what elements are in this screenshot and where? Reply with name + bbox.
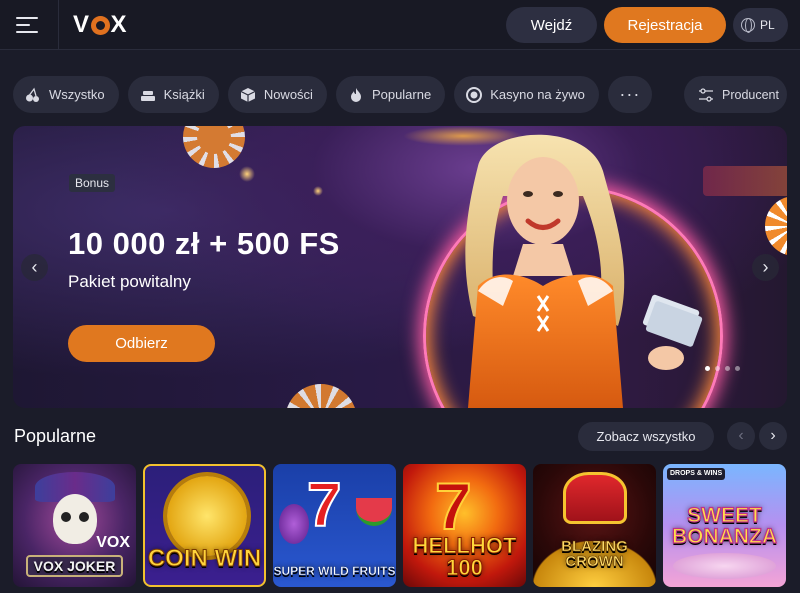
lamp-light — [313, 186, 323, 196]
category-books[interactable]: Książki — [127, 76, 219, 113]
banner-prev-button[interactable]: ‹ — [21, 254, 48, 281]
lucky-seven-art: 7 — [306, 470, 343, 541]
cherry-icon — [26, 87, 39, 102]
game-title: SUPER WILD FRUITS — [273, 564, 396, 578]
slide-dot[interactable] — [725, 366, 730, 371]
logo-letter-v: V — [73, 11, 90, 38]
candy-land-art — [673, 553, 776, 579]
slide-dot[interactable] — [735, 366, 740, 371]
login-button[interactable]: Wejdź — [506, 7, 597, 43]
banner-title: 10 000 zł + 500 FS — [68, 226, 340, 261]
banner-next-button[interactable]: › — [752, 254, 779, 281]
more-categories-button[interactable]: ··· — [607, 76, 652, 113]
producer-label: Producent — [722, 87, 779, 102]
slide-dot[interactable] — [705, 366, 710, 371]
vox-logo[interactable]: VX — [73, 11, 127, 39]
casino-chip-image — [765, 196, 787, 256]
category-new[interactable]: Nowości — [227, 76, 327, 113]
category-label: Kasyno na żywo — [490, 87, 585, 102]
watermelon-art — [356, 498, 392, 526]
joker-mask-art — [53, 494, 97, 544]
logo-chip-icon — [90, 15, 110, 35]
flame-icon — [350, 87, 361, 102]
producer-filter-button[interactable]: Producent — [684, 76, 787, 113]
promo-banner[interactable]: Bonus 10 000 zł + 500 FS Pakiet powitaln… — [13, 126, 787, 408]
gold-coin-art — [167, 476, 247, 556]
lamp-light — [239, 166, 255, 182]
game-tile-super-wild-fruits[interactable]: 7 SUPER WILD FRUITS — [273, 464, 396, 587]
game-tile-hellhot-100[interactable]: 7 HELLHOT 100 — [403, 464, 526, 587]
category-label: Książki — [163, 87, 205, 102]
chevron-left-icon: ‹ — [738, 427, 744, 444]
hostess-illustration — [465, 134, 703, 408]
category-label: Wszystko — [49, 87, 105, 102]
game-tile-sweet-bonanza[interactable]: DROPS & WINS SWEET BONANZA — [663, 464, 786, 587]
chip-icon — [466, 86, 483, 103]
menu-icon[interactable] — [16, 15, 44, 35]
game-title: COIN WIN — [147, 545, 262, 572]
game-title: BLAZING CROWN — [561, 538, 628, 570]
globe-icon — [741, 18, 755, 33]
header-divider — [58, 0, 59, 50]
neon-sign — [703, 166, 787, 196]
game-tile-coin-win[interactable]: COIN WIN — [143, 464, 266, 587]
chevron-right-icon: › — [762, 257, 769, 277]
game-title: SWEET BONANZA — [671, 504, 777, 548]
logo-letter-x: X — [110, 11, 128, 38]
category-all[interactable]: Wszystko — [13, 76, 119, 113]
bonus-badge: Bonus — [69, 174, 116, 192]
see-all-button[interactable]: Zobacz wszystko — [578, 422, 714, 451]
category-live-casino[interactable]: Kasyno na żywo — [454, 76, 599, 113]
more-icon: ··· — [619, 84, 641, 104]
category-label: Popularne — [371, 87, 432, 102]
grape-art — [279, 504, 309, 544]
game-tile-vox-joker[interactable]: VOX VOX JOKER — [13, 464, 136, 587]
casino-chip-image — [285, 384, 357, 408]
game-title: VOX JOKER — [25, 555, 124, 577]
popular-next-button[interactable]: › — [759, 422, 787, 450]
chevron-left-icon: ‹ — [31, 257, 38, 277]
slide-indicators — [705, 366, 740, 371]
language-selector[interactable]: PL — [733, 8, 788, 42]
game-tile-blazing-crown[interactable]: BLAZING CROWN — [533, 464, 656, 587]
cube-icon — [240, 87, 256, 102]
register-button[interactable]: Rejestracja — [604, 7, 726, 43]
category-bar: Wszystko Książki Nowości Popularne Kasyn… — [13, 76, 652, 113]
section-title-popular: Popularne — [14, 426, 97, 446]
popular-prev-button[interactable]: ‹ — [727, 422, 755, 450]
vox-mark: VOX — [96, 534, 130, 551]
game-title: HELLHOT 100 — [412, 533, 517, 580]
slide-dot[interactable] — [715, 366, 720, 371]
drops-wins-badge: DROPS & WINS — [667, 468, 726, 480]
category-label: Nowości — [263, 87, 313, 102]
category-popular[interactable]: Popularne — [335, 76, 446, 113]
crown-art — [563, 472, 627, 524]
popular-games-row: VOX VOX JOKER COIN WIN 7 SUPER WILD FRUI… — [13, 464, 786, 587]
chevron-right-icon: › — [770, 427, 776, 444]
stack-icon — [140, 90, 155, 101]
sliders-icon — [699, 87, 713, 102]
banner-subtitle: Pakiet powitalny — [68, 272, 191, 291]
claim-bonus-button[interactable]: Odbierz — [68, 325, 215, 362]
language-label: PL — [760, 18, 775, 32]
top-header: VX Wejdź Rejestracja PL — [0, 0, 800, 50]
casino-chip-image — [183, 126, 245, 168]
